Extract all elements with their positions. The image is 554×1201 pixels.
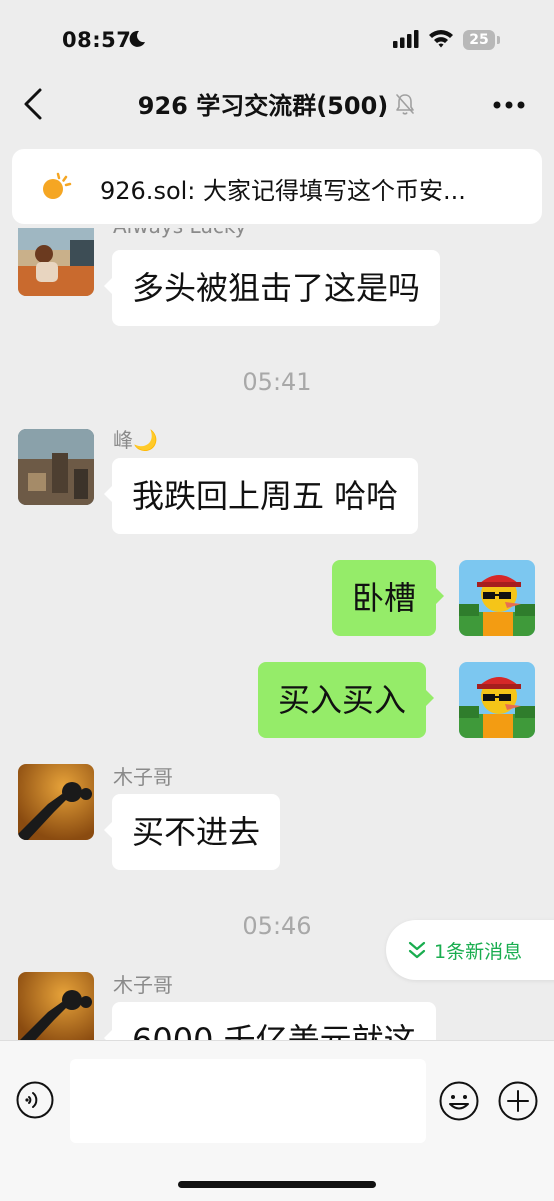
message-bubble[interactable]: 6000 千亿美元就这 [104, 1002, 436, 1040]
avatar[interactable] [18, 972, 94, 1040]
sender-name: 木子哥 [113, 765, 173, 789]
battery-icon: 25 [463, 30, 501, 50]
emoji-icon[interactable] [439, 1081, 479, 1121]
avatar-duck [459, 662, 535, 738]
message-list[interactable]: Always Lucky 多头被狙击了这是吗 05:41 峰🌙 我跌回上周五 哈… [0, 228, 554, 1040]
avatar[interactable] [18, 764, 94, 840]
sender-name: 木子哥 [113, 973, 173, 997]
new-messages-label: 1条新消息 [434, 941, 523, 963]
sender-name: 峰🌙 [113, 428, 158, 452]
status-bar: 08:57 25 [0, 0, 554, 80]
new-messages-button[interactable]: 1条新消息 [386, 920, 554, 980]
battery-level: 25 [463, 30, 495, 50]
moon-icon [129, 30, 145, 47]
bell-muted-icon [396, 93, 415, 115]
chat-header: 926 学习交流群(500) [0, 72, 554, 136]
avatar-self[interactable] [459, 560, 535, 636]
avatar[interactable] [18, 228, 94, 296]
message-bubble[interactable]: 多头被狙击了这是吗 [103, 250, 441, 326]
message-bubble[interactable]: 我跌回上周五 哈哈 [103, 458, 419, 534]
message-bubble[interactable]: 买不进去 [103, 794, 281, 870]
home-indicator [178, 1181, 376, 1188]
message-bubble-self[interactable]: 卧槽 [332, 560, 445, 636]
avatar-photo [18, 429, 94, 505]
more-icon[interactable] [492, 100, 526, 110]
message-bubble-self[interactable]: 买入买入 [258, 662, 435, 738]
sun-icon [43, 172, 72, 199]
clock: 08:57 [62, 28, 132, 52]
timestamp: 05:41 [242, 368, 312, 396]
voice-icon[interactable] [16, 1081, 54, 1119]
pinned-announcement[interactable]: 926.sol: 大家记得填写这个币安... [12, 149, 542, 224]
avatar-photo [18, 228, 94, 296]
sender-name: Always Lucky [113, 228, 247, 238]
avatar-self[interactable] [459, 662, 535, 738]
message-input[interactable] [70, 1059, 426, 1143]
double-chevron-down-icon [408, 941, 426, 959]
avatar-duck [459, 560, 535, 636]
announcement-text: 926.sol: 大家记得填写这个币安... [100, 177, 466, 205]
plus-icon[interactable] [498, 1081, 538, 1121]
cellular-signal-icon [393, 30, 419, 48]
avatar-photo [18, 972, 94, 1040]
chat-title: 926 学习交流群(500) [137, 92, 389, 120]
wifi-icon [429, 30, 453, 48]
avatar-photo [18, 764, 94, 840]
avatar[interactable] [18, 429, 94, 505]
input-bar [0, 1040, 554, 1201]
